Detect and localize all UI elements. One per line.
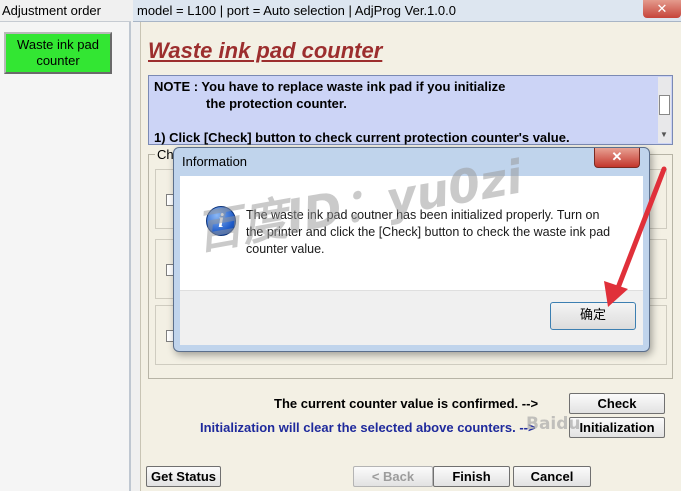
baidu-watermark: Baidu (526, 414, 581, 434)
cancel-button[interactable]: Cancel (513, 466, 591, 487)
back-button[interactable]: < Back (353, 466, 433, 487)
dialog-title: Information (182, 154, 248, 169)
red-arrow-icon (604, 166, 667, 307)
note-box: NOTE : You have to replace waste ink pad… (148, 75, 673, 145)
main-window-title: model = L100 | port = Auto selection | A… (133, 0, 681, 22)
scroll-thumb[interactable] (659, 95, 670, 115)
note-line-2: the protection counter. (206, 96, 347, 111)
get-status-button[interactable]: Get Status (146, 466, 221, 487)
adjustment-order-panel: Adjustment order Waste ink pad counter (0, 0, 131, 491)
note-line-3: 1) Click [Check] button to check current… (154, 130, 570, 145)
note-scrollbar[interactable]: ▼ (658, 77, 671, 143)
confirmed-text: The current counter value is confirmed. … (274, 396, 539, 411)
finish-button[interactable]: Finish (433, 466, 510, 487)
close-icon[interactable]: ✕ (643, 0, 681, 18)
adjustment-order-title: Adjustment order (0, 0, 131, 22)
waste-ink-pad-counter-item[interactable]: Waste ink pad counter (4, 32, 112, 74)
check-button[interactable]: Check (569, 393, 665, 414)
initialization-button[interactable]: Initialization (569, 417, 665, 438)
scroll-down-icon[interactable]: ▼ (660, 126, 668, 143)
initialization-text: Initialization will clear the selected a… (200, 420, 536, 435)
page-title: Waste ink pad counter (148, 38, 383, 63)
dialog-footer: 确定 (180, 290, 643, 345)
note-line-1: NOTE : You have to replace waste ink pad… (154, 79, 506, 94)
